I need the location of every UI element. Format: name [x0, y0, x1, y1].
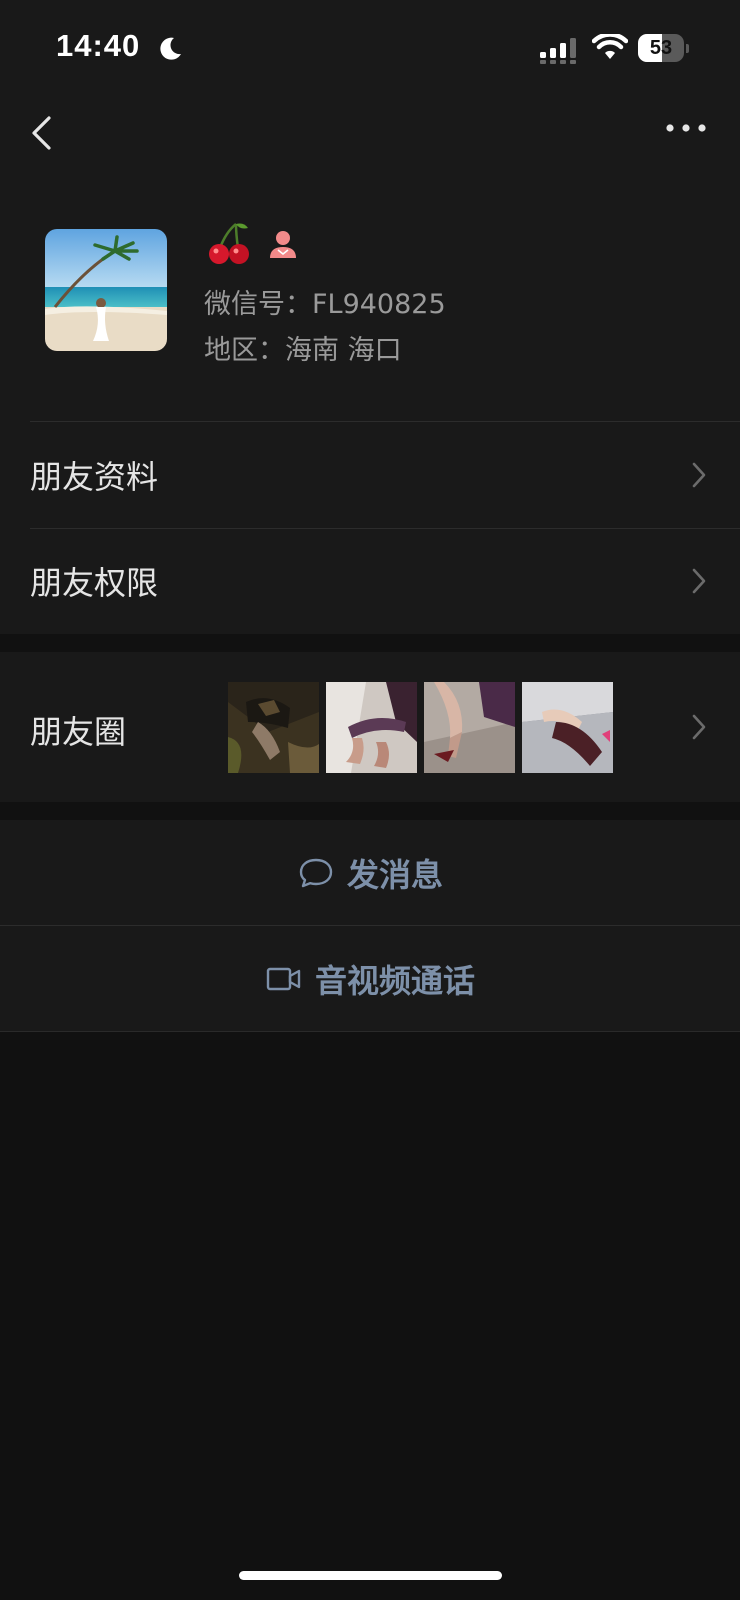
female-icon — [270, 231, 296, 258]
moment-thumbnail — [228, 682, 319, 773]
send-message-label: 发消息 — [346, 856, 443, 894]
chevron-right-icon — [692, 462, 706, 488]
wechat-id: 微信号：FL940825 — [204, 289, 446, 320]
moments-label: 朋友圈 — [30, 713, 127, 751]
menu-item-friend-info[interactable]: 朋友资料 — [0, 422, 740, 528]
message-bubble-icon — [299, 858, 333, 888]
moment-thumbnail — [522, 682, 613, 773]
home-indicator[interactable] — [239, 1571, 502, 1580]
profile-header: 微信号：FL940825 地区：海南 海口 — [0, 186, 740, 422]
actions: 发消息 音视频通话 — [0, 820, 740, 1032]
chevron-left-icon[interactable] — [26, 108, 60, 158]
more-dots-icon[interactable] — [664, 118, 708, 138]
divider — [0, 1031, 740, 1032]
moment-thumbnail — [326, 682, 417, 773]
battery-level: 53 — [649, 37, 673, 59]
battery-icon: 53 — [638, 34, 689, 62]
chevron-right-icon — [692, 714, 706, 740]
menu-item-label: 朋友权限 — [30, 564, 159, 602]
signal-icon — [540, 38, 576, 64]
video-call-label: 音视频通话 — [314, 962, 475, 1000]
menu-group: 朋友资料 朋友权限 — [0, 422, 740, 634]
region: 地区：海南 海口 — [204, 335, 402, 366]
status-time: 14:40 — [56, 28, 141, 63]
nav-bar — [0, 96, 740, 186]
menu-item-label: 朋友资料 — [30, 458, 159, 496]
moments-thumbnails — [228, 682, 620, 773]
moments-row[interactable]: 朋友圈 — [0, 652, 740, 802]
wifi-icon — [592, 34, 628, 59]
send-message-button[interactable]: 发消息 — [0, 820, 740, 926]
cherry-emoji-icon — [209, 223, 249, 264]
menu-item-friend-permissions[interactable]: 朋友权限 — [0, 528, 740, 634]
video-camera-icon — [266, 967, 301, 991]
moon-icon — [160, 37, 181, 60]
video-call-button[interactable]: 音视频通话 — [0, 926, 740, 1032]
avatar[interactable] — [45, 229, 167, 351]
moment-thumbnail — [424, 682, 515, 773]
status-bar: 14:40 53 — [0, 0, 740, 96]
chevron-right-icon — [692, 568, 706, 594]
